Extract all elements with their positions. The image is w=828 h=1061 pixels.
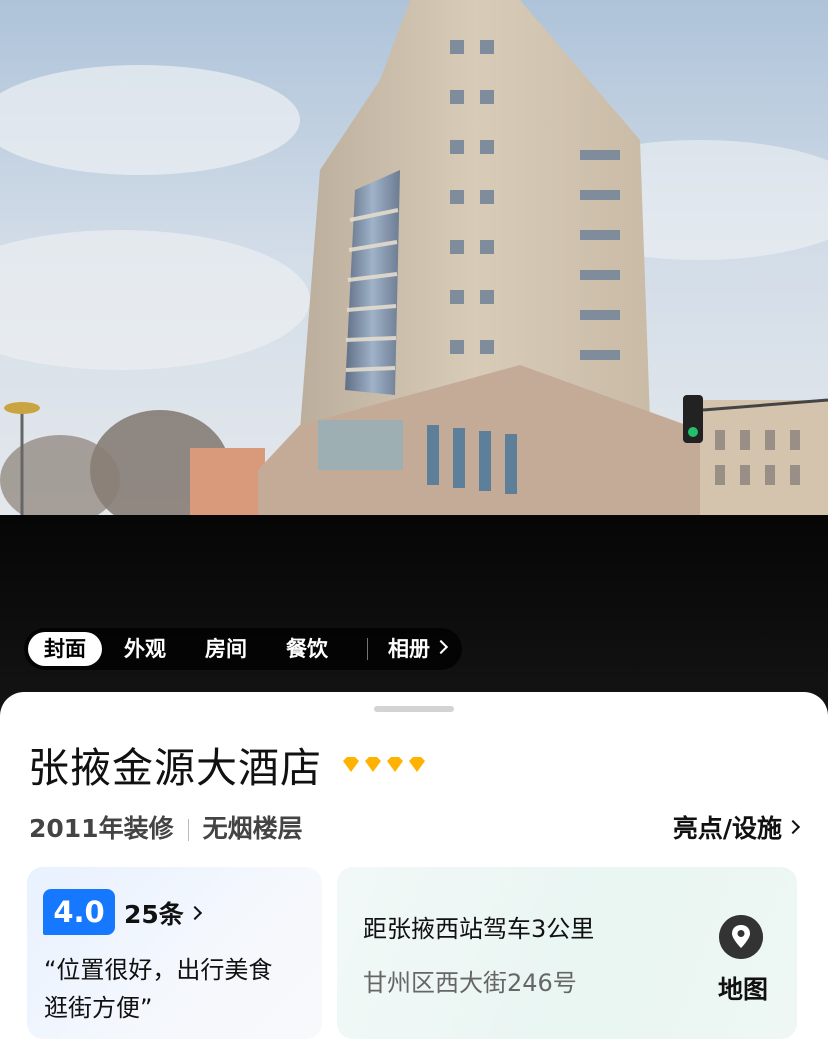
map-pin-icon — [719, 915, 763, 959]
tab-cover[interactable]: 封面 — [28, 632, 102, 666]
review-count-link[interactable]: 25条 — [124, 895, 202, 931]
chevron-right-icon — [187, 905, 202, 921]
address-text: 甘州区西大街246号 — [363, 969, 577, 997]
hotel-name: 张掖金源大酒店 — [28, 744, 322, 792]
map-label: 地图 — [717, 975, 768, 1004]
no-smoking-floor: 无烟楼层 — [202, 814, 303, 843]
review-count: 25条 — [124, 900, 184, 929]
distance-text: 距张掖西站驾车3公里 — [363, 915, 595, 943]
chevron-right-icon — [433, 639, 449, 655]
review-score-badge: 4.0 — [43, 889, 115, 935]
review-quote-line-2: 逛街方便” — [44, 994, 153, 1022]
album-link[interactable]: 相册 — [382, 628, 452, 670]
drag-handle[interactable] — [374, 706, 454, 712]
tab-divider — [367, 638, 368, 660]
diamond-rating-icon — [343, 757, 425, 772]
hero-dark-band — [0, 515, 828, 715]
hotel-building-image — [0, 0, 828, 515]
photo-category-tabs: 封面 外观 房间 餐饮 相册 — [24, 628, 462, 670]
hotel-info-sheet: 张掖金源大酒店 2011年装修 无烟楼层 亮点/设施 4.0 25条 “位置很好，… — [0, 692, 828, 1061]
renovation-year: 2011年装修 — [29, 814, 174, 843]
hotel-facts: 2011年装修 无烟楼层 — [29, 809, 303, 845]
divider — [187, 819, 189, 841]
tab-rooms[interactable]: 房间 — [191, 628, 261, 670]
highlights-label: 亮点/设施 — [672, 814, 782, 843]
chevron-right-icon — [785, 819, 801, 835]
review-quote-line-1: “位置很好，出行美食 — [44, 956, 273, 984]
review-card[interactable]: 4.0 25条 “位置很好，出行美食 逛街方便” — [27, 867, 322, 1039]
highlights-facilities-link[interactable]: 亮点/设施 — [672, 809, 801, 845]
map-button[interactable]: 地图 — [707, 915, 779, 1015]
hotel-cover-photo[interactable] — [0, 0, 828, 515]
location-card[interactable]: 距张掖西站驾车3公里 甘州区西大街246号 地图 — [337, 867, 797, 1039]
review-quote: “位置很好，出行美食 逛街方便” — [44, 951, 314, 1027]
tab-exterior[interactable]: 外观 — [110, 628, 180, 670]
album-label: 相册 — [388, 637, 430, 661]
tab-dining[interactable]: 餐饮 — [272, 628, 342, 670]
